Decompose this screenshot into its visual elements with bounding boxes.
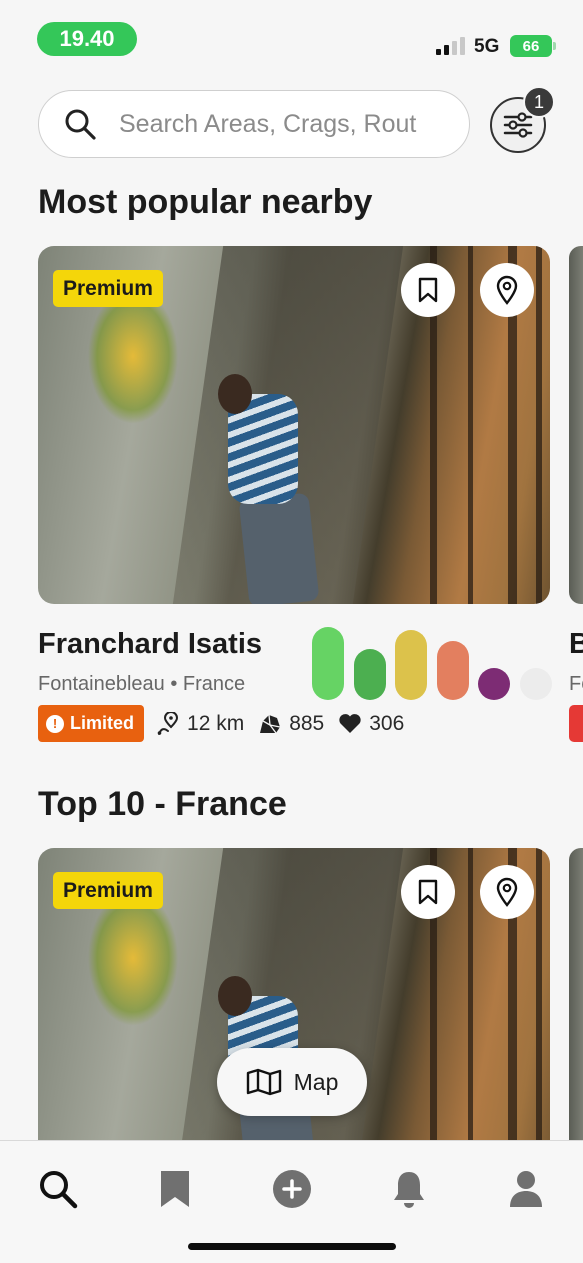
bookmark-button[interactable]: [401, 865, 455, 919]
area-title[interactable]: Franchard Isatis: [38, 628, 262, 661]
access-status-badge: ! Limited: [38, 705, 145, 742]
person-icon: [510, 1171, 542, 1207]
sliders-icon: [503, 112, 533, 138]
boulder-icon: [260, 714, 281, 733]
plus-circle-icon: [273, 1170, 311, 1208]
map-pin-icon: [496, 877, 518, 907]
boulder-count-stat: 885: [258, 712, 324, 736]
grade-distribution-chart: [312, 622, 552, 700]
likes-stat: 306: [338, 712, 404, 736]
network-type: 5G: [474, 36, 500, 57]
battery-level: 66: [522, 37, 540, 55]
distance-stat: 12 km: [156, 711, 245, 736]
location-button[interactable]: [480, 865, 534, 919]
nav-search[interactable]: [28, 1159, 88, 1219]
area-card-photo[interactable]: Premium: [38, 246, 550, 604]
status-bar: 19.40 5G 66: [0, 0, 583, 80]
map-button-label: Map: [293, 1068, 339, 1095]
grade-bar: [353, 649, 386, 700]
alert-icon: !: [46, 714, 64, 733]
search-icon: [65, 109, 96, 140]
premium-badge: Premium: [53, 270, 163, 307]
grade-bar: [312, 627, 344, 700]
likes-count: 306: [369, 711, 405, 735]
nav-notifications[interactable]: [379, 1159, 439, 1219]
search-bar[interactable]: [38, 90, 470, 158]
nav-profile[interactable]: [496, 1159, 556, 1219]
map-icon: [246, 1068, 281, 1096]
route-pin-icon: [157, 711, 179, 735]
status-time: 19.40: [37, 22, 137, 56]
next-card-title[interactable]: B: [569, 628, 583, 661]
photo-climber: [238, 492, 320, 604]
bookmark-icon: [418, 277, 438, 303]
bookmark-icon: [418, 879, 438, 905]
map-pin-icon: [496, 275, 518, 305]
area-stats: ! Limited 12 km 885 306: [38, 705, 404, 742]
section-title-popular: Most popular nearby: [38, 183, 373, 221]
next-card-photo[interactable]: [569, 246, 583, 604]
boulder-count: 885: [289, 711, 325, 735]
grade-bar: [395, 630, 427, 700]
filter-count-badge: 1: [523, 86, 555, 118]
photo-climber: [218, 374, 252, 414]
premium-badge: Premium: [53, 872, 163, 909]
next-card-location: Fo: [569, 673, 583, 695]
bookmark-icon: [161, 1171, 189, 1207]
search-input[interactable]: [119, 109, 449, 139]
location-button[interactable]: [480, 263, 534, 317]
photo-tree: [468, 246, 473, 604]
nav-saved[interactable]: [145, 1159, 205, 1219]
battery-icon: 66: [510, 35, 556, 57]
photo-tree: [536, 246, 542, 604]
grade-bar: [436, 640, 469, 700]
photo-climber: [218, 976, 252, 1016]
next-card-status-badge: [569, 705, 583, 742]
bell-icon: [394, 1172, 424, 1208]
search-icon: [40, 1171, 78, 1209]
heart-icon: [339, 714, 361, 733]
nav-add[interactable]: [262, 1159, 322, 1219]
signal-icon: [436, 37, 465, 55]
grade-bar: [519, 668, 552, 700]
section-title-top10: Top 10 - France: [38, 785, 287, 823]
access-status-label: Limited: [70, 713, 135, 733]
distance-value: 12 km: [187, 711, 245, 735]
home-indicator: [188, 1243, 396, 1250]
grade-bar: [478, 668, 510, 700]
bookmark-button[interactable]: [401, 263, 455, 317]
area-location: Fontainebleau • France: [38, 673, 246, 695]
map-button[interactable]: Map: [217, 1048, 367, 1116]
